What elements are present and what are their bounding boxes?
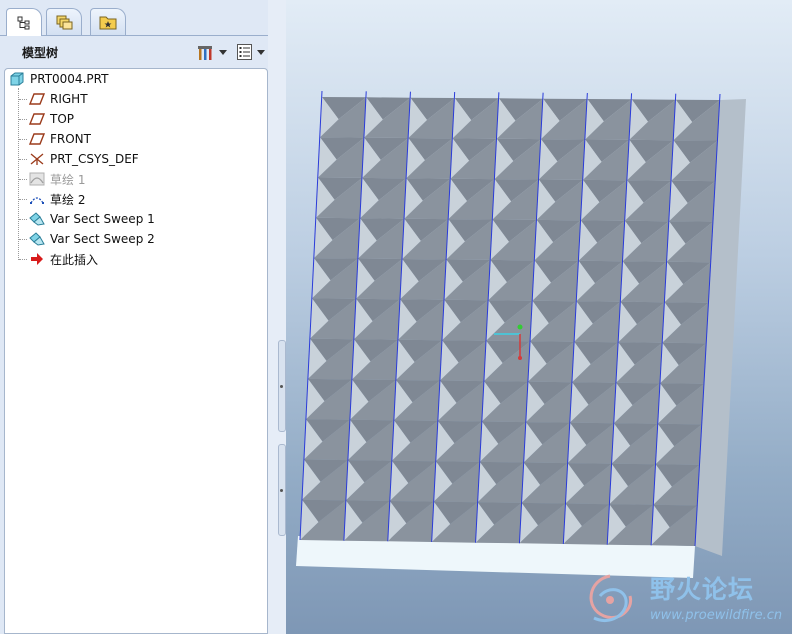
model-tree-icon <box>17 16 30 29</box>
tree-item-label: RIGHT <box>50 92 88 106</box>
tree-settings-icon <box>198 46 212 60</box>
tree-item-sketch-2[interactable]: 草绘 2 <box>29 189 85 209</box>
csys-z-marker <box>517 324 523 330</box>
pane-splitter[interactable] <box>268 0 286 634</box>
navigator-pane: 模型树 PRT0004.PRT RIGHT TOP FRONT PRT_CSYS… <box>0 0 276 634</box>
model-tree-title: 模型树 <box>22 46 59 60</box>
watermark-url: www.proewildfire.cn <box>650 608 783 623</box>
tree-item-var-sect-sweep-1[interactable]: Var Sect Sweep 1 <box>29 209 155 229</box>
sketch-icon <box>30 197 44 204</box>
splitter-grip-dot <box>280 489 283 492</box>
tree-item-label: 草绘 2 <box>50 192 86 207</box>
part-icon <box>10 72 24 86</box>
var-sect-sweep-icon <box>29 212 45 226</box>
tree-item-label: 在此插入 <box>50 252 99 267</box>
tree-connector-tick <box>19 139 27 140</box>
tree-connector-tick <box>19 239 27 240</box>
tree-filter-columns-icon <box>237 44 252 60</box>
tree-connector-tick <box>19 99 27 100</box>
watermark-title: 野火论坛 <box>650 575 755 604</box>
tree-item-label: PRT_CSYS_DEF <box>50 152 139 166</box>
tab-model-tree[interactable] <box>6 8 42 36</box>
tree-settings-button[interactable] <box>196 42 227 62</box>
graphics-window[interactable] <box>286 0 792 634</box>
tree-item-right-plane[interactable]: RIGHT <box>29 89 88 109</box>
tree-item-label: PRT0004.PRT <box>30 72 109 86</box>
tree-item-label: 草绘 1 <box>50 172 86 187</box>
chevron-down-icon <box>257 49 265 55</box>
folder-favorites-icon <box>99 16 117 30</box>
var-sect-sweep-icon <box>29 232 45 246</box>
splitter-grip-dot <box>280 385 283 388</box>
tree-item-var-sect-sweep-2[interactable]: Var Sect Sweep 2 <box>29 229 155 249</box>
tree-connector-line <box>18 88 19 260</box>
tree-item-label: FRONT <box>50 132 91 146</box>
tree-item-label: Var Sect Sweep 1 <box>50 212 155 226</box>
tree-connector-tick <box>19 259 27 260</box>
tree-item-csys[interactable]: PRT_CSYS_DEF <box>29 149 139 169</box>
csys-origin-marker <box>518 356 522 360</box>
tree-item-label: Var Sect Sweep 2 <box>50 232 155 246</box>
tree-item-label: TOP <box>50 112 75 126</box>
insert-here-arrow-icon <box>31 253 43 265</box>
tab-layers[interactable] <box>46 8 82 35</box>
tree-item-sketch-1[interactable]: 草绘 1 <box>29 169 85 189</box>
tab-favorites-folder[interactable] <box>90 8 126 35</box>
datum-plane-icon <box>29 133 45 145</box>
datum-plane-icon <box>29 113 45 125</box>
tree-connector-tick <box>19 159 27 160</box>
watermark-logo-icon <box>589 574 633 623</box>
tree-item-top-plane[interactable]: TOP <box>29 109 74 129</box>
sketch-icon <box>29 172 45 186</box>
tree-item-front-plane[interactable]: FRONT <box>29 129 91 149</box>
tree-item-part[interactable]: PRT0004.PRT <box>9 69 108 89</box>
tree-connector-tick <box>19 119 27 120</box>
tree-connector-tick <box>19 179 27 180</box>
tree-item-insert-here[interactable]: 在此插入 <box>29 249 98 269</box>
datum-plane-icon <box>29 93 45 105</box>
coordinate-system-icon <box>30 153 44 165</box>
layers-icon <box>56 15 73 30</box>
tree-connector-tick <box>19 199 27 200</box>
model-graphics <box>296 90 746 578</box>
tree-filters-button[interactable] <box>236 42 265 62</box>
chevron-down-icon <box>219 49 227 55</box>
tree-connector-tick <box>19 219 27 220</box>
